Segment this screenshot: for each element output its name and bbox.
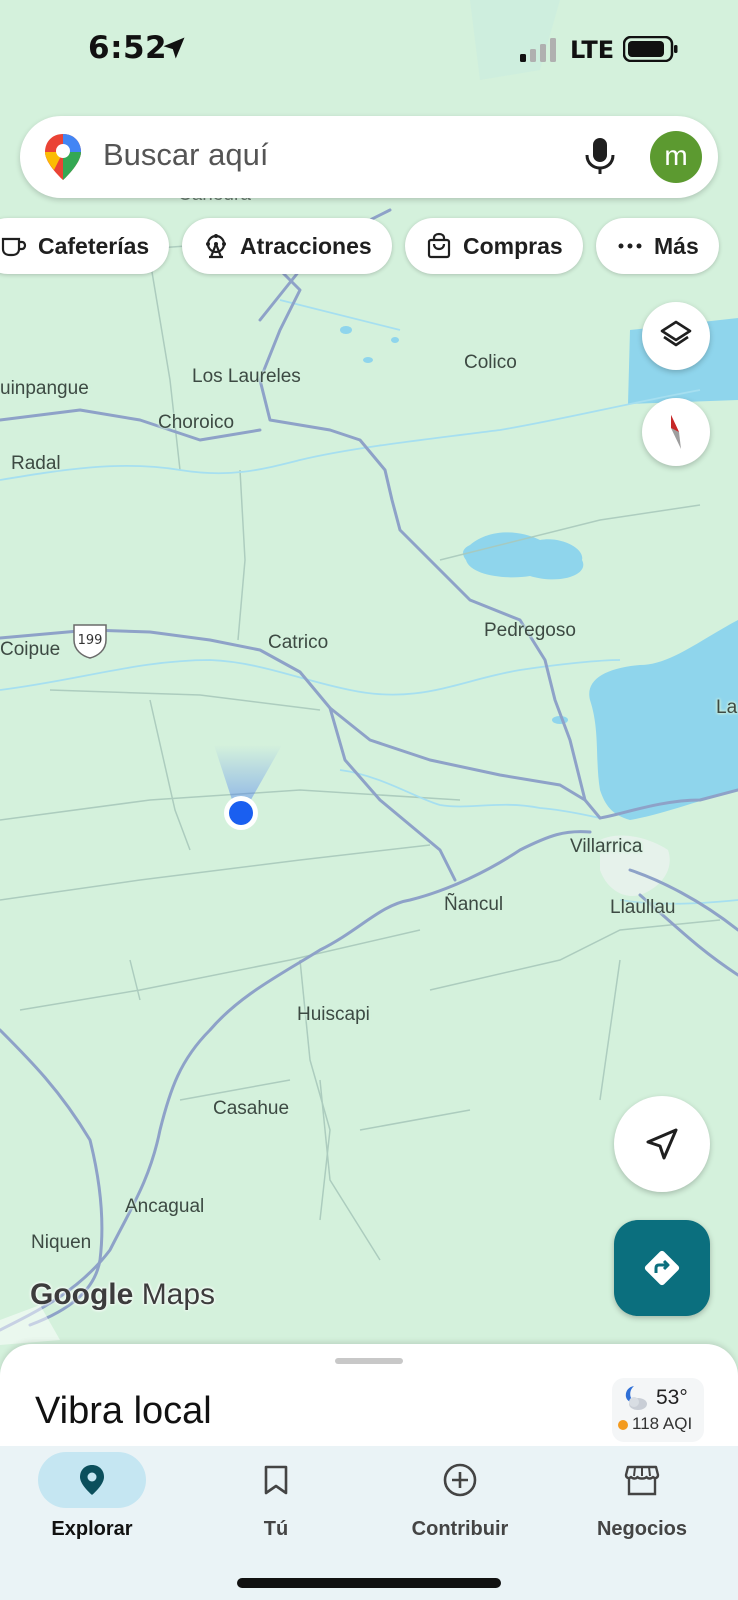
place-label: Colico <box>464 352 517 373</box>
place-label: Choroico <box>158 412 235 433</box>
moon-cloud-icon <box>625 1386 647 1410</box>
chip-atracciones[interactable]: Atracciones <box>182 218 392 274</box>
cell-signal-icon <box>520 38 556 62</box>
place-label: uinpangue <box>0 378 89 399</box>
place-label: Casahue <box>213 1098 290 1119</box>
chip-label: Atracciones <box>240 232 372 259</box>
nav-negocios[interactable]: Negocios <box>550 1446 734 1566</box>
nav-icon-container <box>38 1452 146 1508</box>
nav-label: Contribuir <box>411 1518 509 1540</box>
microphone-icon[interactable] <box>582 136 618 176</box>
place-label: Coipue <box>0 639 61 660</box>
nav-icon-container <box>222 1452 330 1508</box>
chip-mas[interactable]: Más <box>596 218 719 274</box>
chip-compras[interactable]: Compras <box>405 218 583 274</box>
nav-icon-container <box>588 1452 696 1508</box>
category-chips: Cafeterías Atracciones Compras Más <box>0 218 738 276</box>
google-maps-watermark: Google Maps <box>30 1278 215 1312</box>
ferris-wheel-icon <box>206 234 226 259</box>
nav-contribuir[interactable]: Contribuir <box>368 1446 552 1566</box>
pin-icon <box>80 1465 104 1495</box>
place-label: Llaullau <box>610 897 676 918</box>
avatar[interactable]: m <box>650 131 702 183</box>
sheet-grabber[interactable] <box>335 1358 403 1364</box>
search-input[interactable]: Buscar aquí <box>103 137 268 173</box>
layers-button[interactable] <box>642 302 710 370</box>
shopping-bag-icon <box>427 232 451 259</box>
place-label: Los Laureles <box>192 366 301 387</box>
nav-icon-container <box>406 1452 514 1508</box>
nav-label: Tú <box>263 1518 289 1540</box>
directions-icon <box>644 1250 680 1286</box>
weather-widget[interactable]: 53° 118 AQI <box>612 1378 704 1442</box>
place-label: Niquen <box>31 1232 92 1253</box>
nav-label: Negocios <box>596 1518 688 1540</box>
status-bar: 6:52 LTE <box>0 0 738 100</box>
location-arrow-icon <box>163 37 185 59</box>
status-time: 6:52 <box>88 30 168 66</box>
place-label: Pedregoso <box>484 620 576 641</box>
place-label: Catrico <box>268 632 329 653</box>
maps-pin-logo-icon <box>45 134 81 180</box>
weather-aqi: 118 AQI <box>632 1414 693 1433</box>
compass-button[interactable] <box>642 398 710 466</box>
place-label: Villarrica <box>570 836 643 857</box>
sheet-title: Vibra local <box>35 1390 212 1432</box>
chip-cafeterias[interactable]: Cafeterías <box>0 218 170 274</box>
chip-label: Más <box>654 232 699 259</box>
weather-temp: 53° <box>656 1386 688 1409</box>
aqi-dot <box>618 1420 628 1430</box>
network-type: LTE <box>570 36 615 64</box>
bottom-nav: Explorar Tú Contribuir Negocios <box>0 1446 738 1600</box>
add-circle-icon <box>443 1463 477 1497</box>
chip-label: Cafeterías <box>38 232 150 259</box>
search-bar[interactable]: Buscar aquí m <box>20 116 718 198</box>
place-label: Ñancul <box>444 894 504 915</box>
my-location-button[interactable] <box>614 1096 710 1192</box>
home-indicator <box>237 1578 501 1588</box>
place-label: Huiscapi <box>297 1004 370 1025</box>
place-label: Ancagual <box>125 1196 205 1217</box>
layers-icon <box>660 320 692 347</box>
navigation-arrow-icon <box>646 1128 678 1160</box>
watermark-brand: Google <box>30 1278 134 1311</box>
coffee-cup-icon <box>1 237 27 257</box>
chip-label: Compras <box>463 232 563 259</box>
nav-label: Explorar <box>51 1518 133 1540</box>
nav-explorar[interactable]: Explorar <box>0 1446 184 1566</box>
directions-button[interactable] <box>614 1220 710 1316</box>
more-dots-icon <box>618 243 642 249</box>
storefront-icon <box>624 1465 660 1496</box>
place-label: La <box>716 697 738 718</box>
nav-tu[interactable]: Tú <box>184 1446 368 1566</box>
svg-text:199: 199 <box>78 633 103 648</box>
bookmark-icon <box>264 1465 288 1495</box>
compass-icon <box>671 415 681 449</box>
watermark-product: Maps <box>141 1278 216 1311</box>
place-label: Radal <box>11 453 61 474</box>
battery-icon <box>623 36 678 62</box>
